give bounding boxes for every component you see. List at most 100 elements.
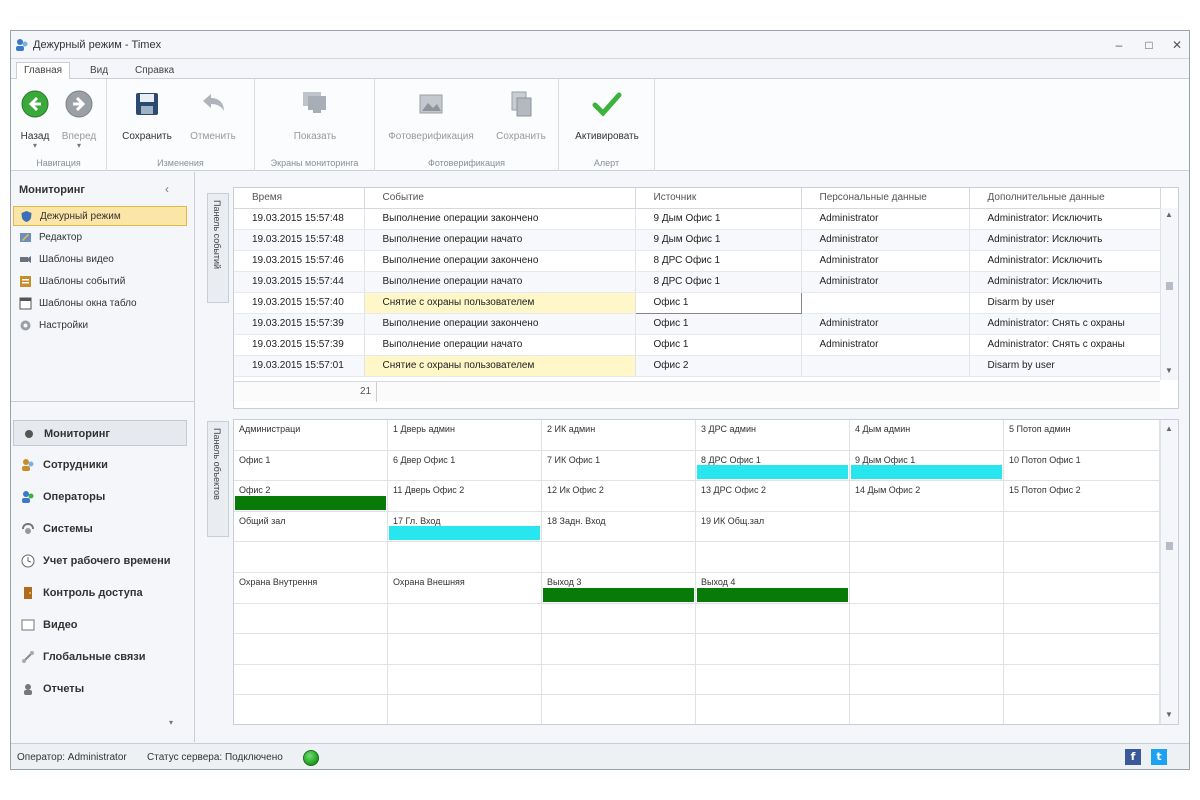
object-cell[interactable] (696, 603, 850, 635)
maximize-button[interactable]: □ (1139, 36, 1159, 54)
object-cell[interactable] (696, 664, 850, 696)
nav-employees[interactable]: Сотрудники (13, 452, 187, 478)
sidebar-item-editor[interactable]: Редактор (13, 228, 187, 248)
object-cell[interactable] (388, 695, 542, 724)
nav-access-control[interactable]: Контроль доступа (13, 580, 187, 606)
object-cell[interactable] (1004, 603, 1160, 635)
object-cell[interactable] (234, 542, 388, 573)
undo-button[interactable]: Отменить (185, 89, 241, 142)
object-cell[interactable] (696, 542, 850, 573)
table-row[interactable]: 19.03.2015 15:57:48 Выполнение операции з… (234, 208, 1161, 230)
object-cell[interactable]: 19 ИК Общ.зал (696, 511, 850, 543)
object-cell[interactable]: 11 Дверь Офис 2 (388, 481, 542, 512)
sidebar-item-settings[interactable]: Настройки (13, 316, 187, 336)
tab-objects-panel[interactable]: Панель объектов (207, 421, 229, 537)
column-header-source[interactable]: Источник (635, 188, 802, 209)
object-cell[interactable] (234, 695, 388, 724)
object-cell[interactable] (1004, 511, 1160, 543)
tab-home[interactable]: Главная (16, 62, 71, 80)
object-cell[interactable] (388, 664, 542, 696)
column-header-event[interactable]: Событие (364, 188, 636, 209)
object-cell[interactable]: 18 Задн. Вход (542, 511, 696, 543)
table-row[interactable]: 19.03.2015 15:57:39 Выполнение операции з… (234, 313, 1161, 335)
sidebar-splitter[interactable] (11, 401, 195, 407)
object-cell[interactable]: 14 Дым Офис 2 (850, 481, 1004, 512)
scroll-down-icon[interactable]: ▼ (1165, 366, 1173, 375)
object-cell[interactable]: 6 Двер Офис 1 (388, 450, 542, 482)
object-cell[interactable] (542, 603, 696, 635)
object-cell[interactable] (850, 511, 1004, 543)
object-cell[interactable] (542, 634, 696, 665)
table-row[interactable]: 19.03.2015 15:57:46 Выполнение операции з… (234, 250, 1161, 272)
object-cell[interactable]: 5 Потоп админ (1004, 420, 1160, 451)
tab-view[interactable]: Вид (83, 63, 115, 80)
object-cell[interactable]: 8 ДРС Офис 1 (696, 450, 850, 482)
sidebar-item-event-templates[interactable]: Шаблоны событий (13, 272, 187, 292)
object-cell[interactable]: 3 ДРС админ (696, 420, 850, 451)
close-button[interactable]: ✕ (1167, 36, 1187, 54)
scroll-up-icon[interactable]: ▲ (1165, 424, 1173, 433)
nav-global-links[interactable]: Глобальные связи (13, 644, 187, 670)
object-cell[interactable]: 7 ИК Офис 1 (542, 450, 696, 482)
object-cell[interactable]: Выход 3 (542, 572, 696, 604)
object-cell[interactable] (850, 542, 1004, 573)
object-cell[interactable] (542, 695, 696, 724)
object-cell[interactable] (696, 695, 850, 724)
scroll-thumb[interactable] (1166, 282, 1173, 290)
collapse-chevron-icon[interactable]: ‹ (165, 182, 169, 196)
object-cell[interactable]: 1 Дверь админ (388, 420, 542, 451)
table-row[interactable]: 19.03.2015 15:57:39 Выполнение операции н… (234, 334, 1161, 356)
object-cell[interactable] (234, 603, 388, 635)
object-cell[interactable]: Офис 2 (234, 481, 388, 512)
object-cell[interactable] (850, 664, 1004, 696)
object-cell[interactable] (388, 603, 542, 635)
object-cell[interactable] (234, 634, 388, 665)
show-screens-button[interactable]: Показать (285, 89, 345, 142)
twitter-icon[interactable]: t (1151, 749, 1167, 765)
nav-monitoring[interactable]: Мониторинг (13, 420, 187, 446)
object-cell[interactable] (542, 542, 696, 573)
object-cell[interactable]: Администраци (234, 420, 388, 451)
object-cell[interactable] (1004, 634, 1160, 665)
nav-more-chevron-icon[interactable]: ▾ (169, 718, 173, 727)
object-cell[interactable] (542, 664, 696, 696)
object-cell[interactable]: Выход 4 (696, 572, 850, 604)
events-scrollbar[interactable]: ▲ ▼ (1160, 208, 1178, 380)
facebook-icon[interactable]: f (1125, 749, 1141, 765)
object-cell[interactable]: 2 ИК админ (542, 420, 696, 451)
scroll-down-icon[interactable]: ▼ (1165, 710, 1173, 719)
object-cell[interactable] (850, 695, 1004, 724)
scroll-thumb[interactable] (1166, 542, 1173, 550)
save-button[interactable]: Сохранить (119, 89, 175, 142)
column-header-time[interactable]: Время (234, 188, 365, 209)
nav-reports[interactable]: Отчеты (13, 676, 187, 702)
forward-button[interactable]: Вперед ▾ (59, 89, 99, 150)
object-cell[interactable] (234, 664, 388, 696)
table-row[interactable]: 19.03.2015 15:57:48 Выполнение операции н… (234, 229, 1161, 251)
tab-help[interactable]: Справка (128, 63, 181, 80)
object-cell[interactable]: Офис 1 (234, 450, 388, 482)
nav-time-tracking[interactable]: Учет рабочего времени (13, 548, 187, 574)
object-cell[interactable]: 9 Дым Офис 1 (850, 450, 1004, 482)
table-row[interactable]: 19.03.2015 15:57:01 Снятие с охраны польз… (234, 355, 1161, 377)
object-cell[interactable] (1004, 664, 1160, 696)
object-cell[interactable]: 13 ДРС Офис 2 (696, 481, 850, 512)
object-cell[interactable] (850, 634, 1004, 665)
sidebar-item-window-templates[interactable]: Шаблоны окна табло (13, 294, 187, 314)
save-photo-button[interactable]: Сохранить (493, 89, 549, 142)
table-row[interactable]: 19.03.2015 15:57:44 Выполнение операции н… (234, 271, 1161, 293)
object-cell[interactable]: 15 Потоп Офис 2 (1004, 481, 1160, 512)
sidebar-item-video-templates[interactable]: Шаблоны видео (13, 250, 187, 270)
scroll-up-icon[interactable]: ▲ (1165, 210, 1173, 219)
sidebar-item-duty-mode[interactable]: Дежурный режим (13, 206, 187, 226)
objects-scrollbar[interactable]: ▲ ▼ (1160, 420, 1178, 724)
object-cell[interactable] (850, 603, 1004, 635)
object-cell[interactable]: Охрана Внутрення (234, 572, 388, 604)
object-cell[interactable] (388, 634, 542, 665)
object-cell[interactable] (388, 542, 542, 573)
object-cell[interactable] (1004, 572, 1160, 604)
nav-operators[interactable]: Операторы (13, 484, 187, 510)
object-cell[interactable] (696, 634, 850, 665)
minimize-button[interactable]: – (1109, 36, 1129, 54)
column-header-personal[interactable]: Персональные данные (801, 188, 970, 209)
